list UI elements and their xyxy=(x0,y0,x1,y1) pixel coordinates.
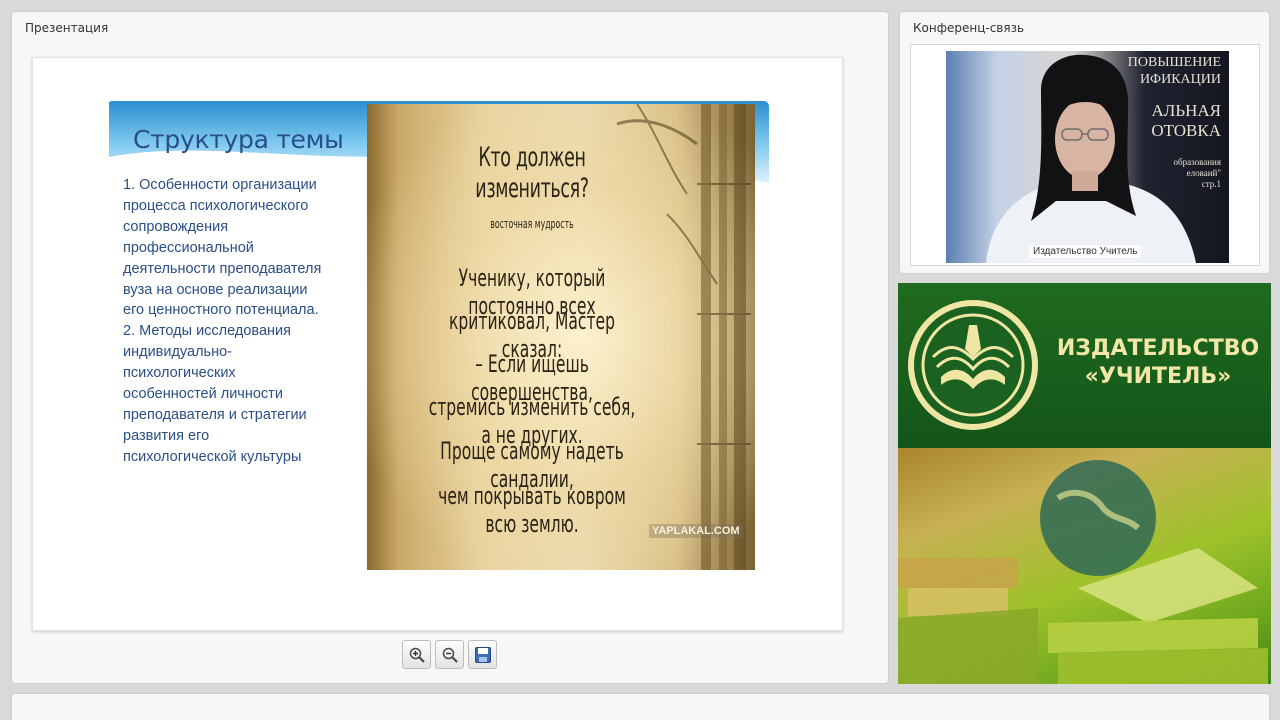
zoom-in-icon xyxy=(409,647,425,663)
slide-body-line: 2. Методы исследования xyxy=(123,323,291,340)
publisher-banner: ИЗДАТЕЛЬСТВО «УЧИТЕЛЬ» xyxy=(898,283,1271,684)
slide-body-line: психологических xyxy=(123,365,236,382)
zoom-out-icon xyxy=(442,647,458,663)
slide-canvas: Структура темы 1. Особенности организаци… xyxy=(32,57,843,631)
publisher-name-line: ИЗДАТЕЛЬСТВО xyxy=(1056,336,1260,361)
parable-image: Кто должен измениться? восточная мудрост… xyxy=(367,104,755,570)
slide-body-line: психологической культуры xyxy=(123,448,302,465)
save-icon xyxy=(474,646,491,663)
conference-panel: Конференц-связь ПОВЫШЕНИЕ ИФИКАЦИИ АЛЬНА… xyxy=(899,11,1270,274)
slide-body-line: вуза на основе реализации xyxy=(123,281,308,298)
slide-body-line: особенностей личности xyxy=(123,386,283,403)
zoom-in-button[interactable] xyxy=(402,640,431,669)
slide-toolbar xyxy=(402,640,497,669)
slide-body-line: преподавателя и стратегии xyxy=(123,406,307,423)
webcam-video: ПОВЫШЕНИЕ ИФИКАЦИИ АЛЬНАЯ ОТОВКА образов… xyxy=(946,51,1229,263)
publisher-header: ИЗДАТЕЛЬСТВО «УЧИТЕЛЬ» xyxy=(898,283,1271,448)
publisher-logo-icon xyxy=(908,300,1038,430)
slide-body-line: индивидуально- xyxy=(123,344,232,361)
slide-body-line: профессиональной xyxy=(123,239,254,256)
slide-body-text: 1. Особенности организации процесса псих… xyxy=(123,175,363,468)
slide-body-line: процесса психологического xyxy=(123,197,309,214)
presentation-panel: Презентация Структура темы 1. Особенност… xyxy=(11,11,889,684)
parable-title: Кто должен измениться? xyxy=(475,142,589,204)
slide-body-line: развития его xyxy=(123,427,210,444)
slide-body-line: 1. Особенности организации xyxy=(123,177,317,193)
zoom-out-button[interactable] xyxy=(435,640,464,669)
slide-body-line: его ценностного потенциала. xyxy=(123,302,319,319)
bottom-panel xyxy=(11,693,1270,720)
conference-panel-title: Конференц-связь xyxy=(913,21,1025,35)
slide-body-line: деятельности преподавателя xyxy=(123,260,322,277)
speaker-silhouette xyxy=(986,54,1196,263)
save-button[interactable] xyxy=(468,640,497,669)
publisher-name: ИЗДАТЕЛЬСТВО «УЧИТЕЛЬ» xyxy=(1048,335,1268,391)
slide-body-line: сопровождения xyxy=(123,218,229,235)
slide-title: Структура темы xyxy=(133,125,344,154)
globe-and-books-illustration xyxy=(898,460,1268,684)
parable-subtitle: восточная мудрость xyxy=(490,217,574,231)
watermark: YAPLAKAL.COM xyxy=(649,524,743,538)
publisher-books-image xyxy=(898,448,1271,684)
participant-name-label: Издательство Учитель xyxy=(1029,245,1142,258)
publisher-name-line: «УЧИТЕЛЬ» xyxy=(1084,364,1232,389)
video-tile[interactable]: ПОВЫШЕНИЕ ИФИКАЦИИ АЛЬНАЯ ОТОВКА образов… xyxy=(910,44,1260,266)
presentation-panel-title: Презентация xyxy=(25,21,109,35)
parable-line: чем покрывать ковром всю землю. xyxy=(438,482,626,538)
